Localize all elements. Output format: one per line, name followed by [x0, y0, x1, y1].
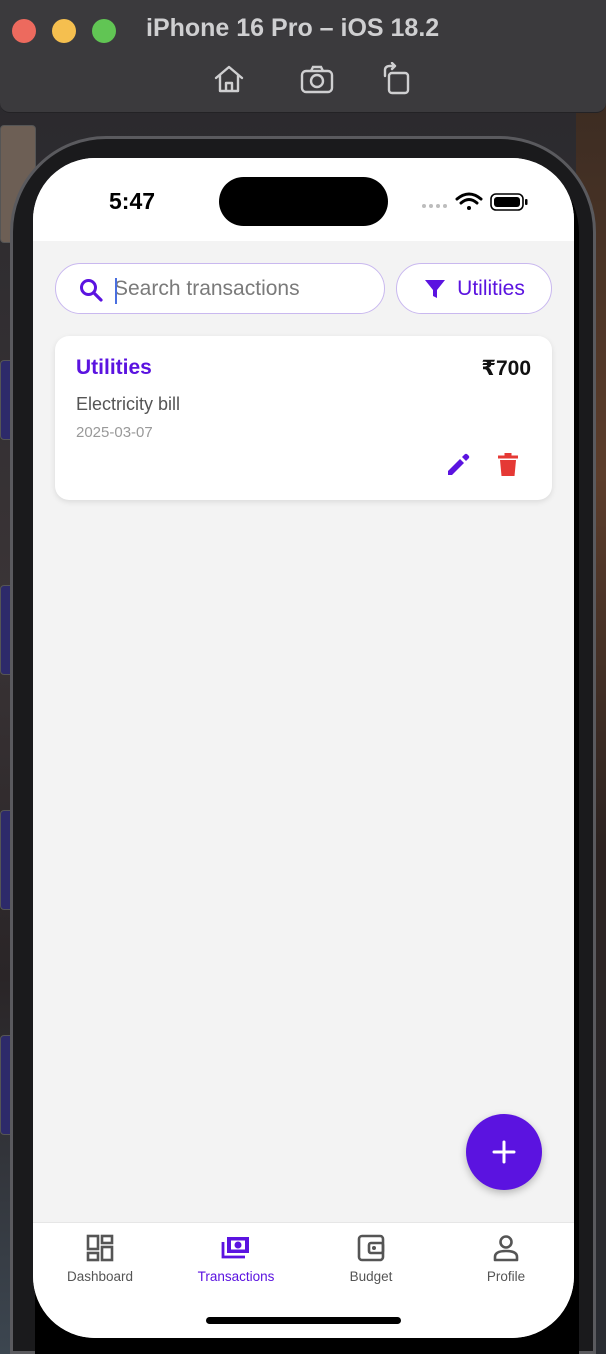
nav-label-transactions: Transactions	[197, 1269, 275, 1284]
app-screen: 5:47 Search transactions Utilities Utili…	[33, 158, 574, 1338]
bottom-navigation: Dashboard Transactions Budget Profile	[33, 1222, 574, 1338]
nav-label-profile: Profile	[486, 1269, 526, 1284]
plus-icon	[492, 1140, 516, 1164]
nav-item-transactions[interactable]: Transactions	[171, 1233, 301, 1293]
search-icon	[80, 279, 103, 302]
category-filter-button[interactable]: Utilities	[396, 263, 552, 314]
transaction-category: Utilities	[76, 356, 152, 379]
status-icons	[420, 190, 540, 214]
search-input[interactable]	[114, 272, 374, 306]
nav-item-dashboard[interactable]: Dashboard	[35, 1233, 165, 1293]
add-transaction-button[interactable]	[466, 1114, 542, 1190]
delete-icon[interactable]	[496, 452, 520, 478]
status-time: 5:47	[109, 188, 156, 214]
home-icon[interactable]	[211, 62, 247, 96]
rotate-icon[interactable]	[378, 61, 414, 96]
transaction-amount: ₹700	[481, 357, 531, 380]
transaction-description: Electricity bill	[76, 394, 181, 414]
search-box[interactable]	[55, 263, 385, 314]
battery-icon	[490, 193, 528, 211]
money-icon	[221, 1237, 249, 1259]
person-icon	[493, 1235, 519, 1262]
filter-label: Utilities	[457, 276, 525, 300]
signal-icon	[422, 204, 447, 208]
nav-label-dashboard: Dashboard	[66, 1269, 134, 1284]
zoom-window-button[interactable]	[92, 19, 116, 43]
wallet-icon	[357, 1234, 385, 1262]
home-indicator[interactable]	[206, 1317, 401, 1324]
transaction-date: 2025-03-07	[76, 424, 153, 441]
transaction-card[interactable]: Utilities ₹700 Electricity bill 2025-03-…	[55, 336, 552, 500]
status-bar: 5:47	[33, 158, 574, 241]
nav-item-profile[interactable]: Profile	[441, 1233, 571, 1293]
screenshot-icon[interactable]	[299, 62, 335, 96]
dynamic-island	[219, 177, 388, 226]
edit-icon[interactable]	[445, 452, 471, 478]
nav-label-budget: Budget	[349, 1269, 393, 1284]
close-window-button[interactable]	[12, 19, 36, 43]
nav-item-budget[interactable]: Budget	[306, 1233, 436, 1293]
text-caret	[115, 278, 117, 304]
minimize-window-button[interactable]	[52, 19, 76, 43]
wifi-icon	[455, 192, 483, 210]
filter-icon	[425, 279, 446, 298]
simulator-titlebar: iPhone 16 Pro – iOS 18.2	[0, 0, 606, 113]
dashboard-icon	[86, 1234, 114, 1262]
simulator-title: iPhone 16 Pro – iOS 18.2	[146, 14, 440, 42]
